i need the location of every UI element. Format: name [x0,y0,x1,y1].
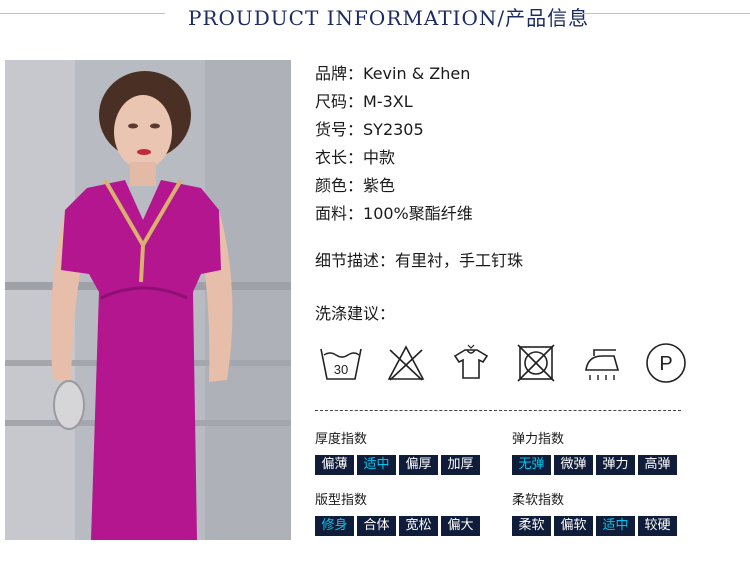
p-letter: P [659,353,672,375]
info-label: 面料： [315,204,364,223]
info-label: 衣长： [315,148,364,167]
no-bleach-icon [383,340,429,386]
info-row-brand: 品牌：Kevin & Zhen [315,60,473,88]
info-value: 紫色 [363,176,396,195]
info-row-item-number: 货号：SY2305 [315,116,473,144]
wash-advice-title: 洗涤建议： [315,304,396,323]
info-label: 颜色： [315,176,364,195]
index-option: 偏大 [441,516,480,536]
product-info-list: 品牌：Kevin & Zhen 尺码：M-3XL 货号：SY2305 衣长：中款… [315,60,473,228]
info-value: M-3XL [363,92,413,111]
index-elasticity: 弹力指数 无弹 微弹 弹力 高弹 [512,431,677,475]
index-title: 厚度指数 [315,432,368,447]
index-option: 弹力 [596,455,635,475]
info-value: SY2305 [363,120,424,139]
info-value: 中款 [363,148,396,167]
wash-temp-label: 30 [334,362,348,377]
index-option: 高弹 [638,455,677,475]
detail-description: 细节描述：有里衬，手工钉珠 [315,247,523,271]
index-option: 加厚 [441,455,480,475]
no-tumble-dry-icon [513,340,559,386]
page-title: PROUDUCT INFORMATION/产品信息 [188,6,590,30]
info-row-color: 颜色：紫色 [315,172,473,200]
professional-clean-p-icon: P [643,340,689,386]
index-title: 版型指数 [315,493,368,508]
index-option: 偏厚 [399,455,438,475]
info-label: 品牌： [315,64,364,83]
index-title: 弹力指数 [512,432,565,447]
index-option: 偏薄 [315,455,354,475]
iron-icon [578,340,624,386]
index-softness: 柔软指数 柔软 偏软 适中 较硬 [512,492,677,536]
info-row-length: 衣长：中款 [315,144,473,172]
info-label: 尺码： [315,92,364,111]
info-row-fabric: 面料：100%聚酯纤维 [315,200,473,228]
wash-30-icon: 30 [318,340,364,386]
hang-dry-icon [448,340,494,386]
header-rule-right [582,13,750,14]
index-thickness: 厚度指数 偏薄 适中 偏厚 加厚 [315,431,480,475]
detail-label: 细节描述： [315,251,396,270]
product-photo [5,60,291,540]
care-icons: 30 P [318,340,689,386]
index-option-selected: 修身 [315,516,354,536]
index-option: 合体 [357,516,396,536]
section-divider [315,410,681,411]
index-title: 柔软指数 [512,493,565,508]
header-rule-left [0,13,165,14]
index-option: 宽松 [399,516,438,536]
detail-value: 有里衬，手工钉珠 [395,251,524,270]
info-value: Kevin & Zhen [363,64,471,83]
index-option-selected: 无弹 [512,455,551,475]
index-option: 柔软 [512,516,551,536]
index-option-selected: 适中 [357,455,396,475]
index-option: 偏软 [554,516,593,536]
info-label: 货号： [315,120,364,139]
index-option: 较硬 [638,516,677,536]
index-option-selected: 适中 [596,516,635,536]
index-option: 微弹 [554,455,593,475]
index-fit: 版型指数 修身 合体 宽松 偏大 [315,492,480,536]
info-value: 100%聚酯纤维 [363,204,473,223]
info-row-size: 尺码：M-3XL [315,88,473,116]
